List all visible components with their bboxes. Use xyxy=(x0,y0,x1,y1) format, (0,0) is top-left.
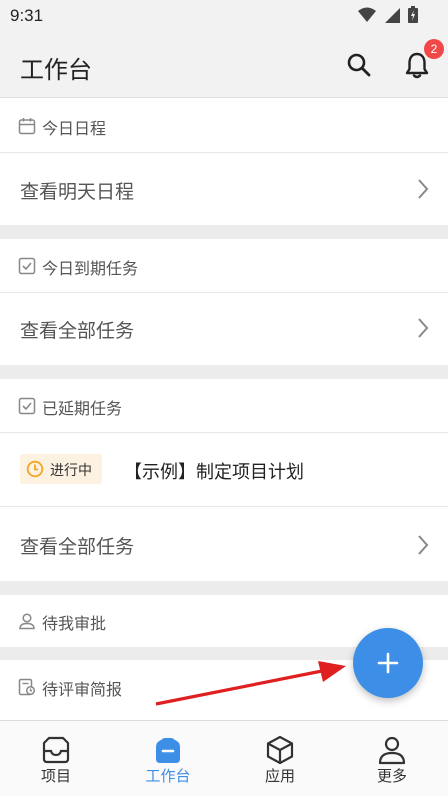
checkbox-icon xyxy=(18,257,36,275)
bottom-tab-bar: 项目 工作台 应用 更多 xyxy=(0,720,448,796)
inbox-icon xyxy=(42,736,70,764)
tab-label: 应用 xyxy=(264,768,295,785)
clock-icon xyxy=(26,460,44,478)
row-label: 查看全部任务 xyxy=(20,321,135,342)
checkbox-icon xyxy=(18,397,36,415)
section-title: 今日到期任务 xyxy=(42,261,139,278)
section-title: 待我审批 xyxy=(42,616,107,633)
tab-more[interactable]: 更多 xyxy=(336,721,448,796)
chevron-right-icon xyxy=(418,535,429,555)
tab-projects[interactable]: 项目 xyxy=(0,721,112,796)
page-title: 工作台 xyxy=(20,57,92,84)
section-overdue: 已延期任务 xyxy=(0,379,448,432)
status-icons xyxy=(358,6,418,23)
section-today-schedule: 今日日程 xyxy=(0,98,448,152)
status-text: 进行中 xyxy=(50,462,92,478)
tab-apps[interactable]: 应用 xyxy=(224,721,336,796)
add-button[interactable] xyxy=(353,628,423,698)
calendar-icon xyxy=(18,118,36,135)
status-bar: 9:31 xyxy=(0,0,448,32)
workbench-content[interactable]: 今日日程 查看明天日程 今日到期任务 查看全部任务 已延期任务 进行中 【示例】… xyxy=(0,98,448,720)
section-today-due: 今日到期任务 xyxy=(0,239,448,292)
section-title: 今日日程 xyxy=(42,121,107,138)
battery-icon xyxy=(408,6,418,23)
tab-label: 更多 xyxy=(376,768,407,785)
plus-icon xyxy=(377,652,399,674)
person-icon xyxy=(19,613,35,630)
tab-workbench[interactable]: 工作台 xyxy=(112,721,224,796)
tab-label: 工作台 xyxy=(145,768,191,785)
app-header: 工作台 xyxy=(0,32,448,98)
notification-badge: 2 xyxy=(424,39,444,59)
task-title: 【示例】制定项目计划 xyxy=(124,462,304,482)
view-all-tasks-row[interactable]: 查看全部任务 xyxy=(0,507,448,581)
view-tomorrow-schedule-row[interactable]: 查看明天日程 xyxy=(0,153,448,225)
status-badge: 进行中 xyxy=(20,454,102,484)
cube-icon xyxy=(266,735,294,765)
chevron-right-icon xyxy=(418,318,429,338)
view-all-tasks-row[interactable]: 查看全部任务 xyxy=(0,293,448,365)
row-label: 查看全部任务 xyxy=(20,537,135,558)
signal-icon xyxy=(385,7,400,23)
person-icon xyxy=(378,736,406,765)
search-icon[interactable] xyxy=(346,52,372,78)
task-item[interactable]: 进行中 【示例】制定项目计划 xyxy=(0,433,448,506)
section-title: 待评审简报 xyxy=(42,682,123,699)
review-document-icon xyxy=(18,678,36,696)
section-title: 已延期任务 xyxy=(42,401,123,418)
status-time: 9:31 xyxy=(10,6,44,25)
tab-label: 项目 xyxy=(40,768,71,785)
wifi-icon xyxy=(358,7,376,22)
chevron-right-icon xyxy=(418,179,429,199)
workbench-icon xyxy=(156,738,180,763)
row-label: 查看明天日程 xyxy=(20,182,135,203)
